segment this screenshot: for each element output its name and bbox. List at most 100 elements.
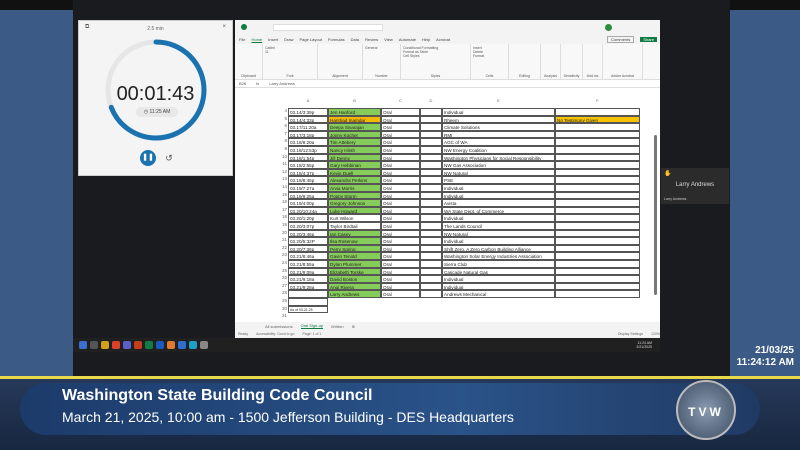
cell-organization[interactable]: AGC of WA xyxy=(442,138,555,146)
cell-notes[interactable] xyxy=(555,130,640,139)
row-number[interactable]: 16 xyxy=(277,199,287,204)
cell-notes[interactable] xyxy=(555,153,640,162)
cell-type[interactable]: Oral xyxy=(381,267,420,276)
spreadsheet-grid[interactable]: A B C D E F 4 03.14/3:39p Jen Hanford Oral Individ… xyxy=(235,96,653,322)
cell-timestamp[interactable]: 03.21/9:18a xyxy=(288,275,328,283)
cell-timestamp[interactable]: 03.18/2:55p xyxy=(288,161,328,169)
cell-name[interactable]: Gavin Tenold xyxy=(328,252,381,260)
cell-timestamp[interactable]: 03.21/9:28a xyxy=(288,282,328,291)
cell-empty[interactable] xyxy=(420,222,442,230)
row-number[interactable]: 4 xyxy=(277,108,287,113)
cell-timestamp[interactable] xyxy=(288,298,328,306)
add-sheet-button[interactable]: ⊕ xyxy=(352,324,355,329)
cell-type[interactable]: Oral xyxy=(381,237,420,245)
status-item[interactable]: Display Settings xyxy=(618,332,643,336)
share-button[interactable]: Share xyxy=(640,36,657,42)
cell-empty[interactable] xyxy=(420,108,442,116)
cell-notes[interactable] xyxy=(555,229,640,238)
reset-button[interactable]: ↺ xyxy=(161,150,177,166)
comments-button[interactable]: Comments xyxy=(606,35,635,43)
cell-empty[interactable] xyxy=(420,267,442,276)
cell-organization[interactable]: Individual xyxy=(442,184,555,192)
cell-timestamp[interactable]: 03.17/3:18p xyxy=(288,130,328,139)
font-size-select[interactable]: 11 xyxy=(265,50,315,54)
cell-type[interactable]: Oral xyxy=(381,184,420,192)
cell-timestamp[interactable]: 03.18/8:20a xyxy=(288,138,328,146)
cell-type[interactable]: Oral xyxy=(381,199,420,207)
tab-file[interactable]: File xyxy=(239,37,245,42)
column-header[interactable]: A xyxy=(288,98,328,104)
row-number[interactable]: 28 xyxy=(277,290,287,295)
cell-timestamp[interactable]: 03.18/1:54p xyxy=(288,153,328,162)
search-box[interactable] xyxy=(273,23,383,31)
row-number[interactable]: 9 xyxy=(277,146,287,151)
cell-timestamp[interactable]: 03.20/3:46p xyxy=(288,229,328,238)
column-header[interactable]: B xyxy=(328,98,381,104)
cell-type[interactable]: Oral xyxy=(381,275,420,283)
cell-notes[interactable] xyxy=(555,138,640,146)
cell-timestamp[interactable]: 03.14/3:39p xyxy=(288,108,328,116)
cell-empty[interactable] xyxy=(420,138,442,146)
cell-timestamp[interactable]: 03.21/8:55a xyxy=(288,260,328,268)
cell-name[interactable]: Gary Hebbinan xyxy=(328,161,381,169)
cell-type[interactable]: Oral xyxy=(381,214,420,222)
cell-empty[interactable] xyxy=(420,115,442,124)
cell-name[interactable]: Taylor Birdtail xyxy=(328,222,381,230)
cell-organization[interactable]: Washington Physicians for Social Respons… xyxy=(442,153,555,162)
cell-empty[interactable] xyxy=(420,130,442,139)
powerpoint-icon[interactable] xyxy=(134,341,142,349)
cell-name[interactable]: Gregory Johnson xyxy=(328,199,381,207)
pause-button[interactable]: ❚❚ xyxy=(140,150,156,166)
row-number[interactable]: 31 xyxy=(277,313,287,318)
cell-type[interactable]: Oral xyxy=(381,115,420,124)
cell-notes[interactable] xyxy=(555,108,640,116)
cell-empty[interactable] xyxy=(420,229,442,238)
sheet-tab[interactable]: All submissions xyxy=(265,324,293,329)
row-number[interactable]: 24 xyxy=(277,260,287,265)
cell-organization[interactable]: Avista xyxy=(442,199,555,207)
row-number[interactable]: 20 xyxy=(277,230,287,235)
cell-notes[interactable] xyxy=(555,161,640,169)
tab-page-layout[interactable]: Page Layout xyxy=(299,37,321,42)
row-number[interactable]: 18 xyxy=(277,214,287,219)
cells-button[interactable]: Format xyxy=(473,54,506,58)
cell-empty[interactable] xyxy=(420,237,442,245)
cell-notes[interactable] xyxy=(555,146,640,154)
cell-type[interactable]: Oral xyxy=(381,191,420,200)
cell-timestamp[interactable]: As of 03.21.25 xyxy=(288,305,328,314)
row-number[interactable]: 12 xyxy=(277,169,287,174)
cell-organization[interactable]: Individual xyxy=(442,237,555,245)
row-number[interactable]: 27 xyxy=(277,283,287,288)
start-icon[interactable] xyxy=(79,341,87,349)
cell-timestamp[interactable]: 03.18/12:53p xyxy=(288,146,328,154)
cell-name[interactable]: Dylan Plummer xyxy=(328,260,381,268)
tab-home[interactable]: Home xyxy=(251,37,262,42)
cell-empty[interactable] xyxy=(420,244,442,253)
cell-type[interactable]: Oral xyxy=(381,123,420,131)
cell-notes[interactable] xyxy=(555,260,640,268)
cell-notes[interactable] xyxy=(555,222,640,230)
tab-draw[interactable]: Draw xyxy=(284,37,293,42)
style-button[interactable]: Cell Styles xyxy=(403,54,468,58)
cell-name[interactable]: Harshad Inamdar xyxy=(328,115,381,124)
tab-acrobat[interactable]: Acrobat xyxy=(436,37,450,42)
row-number[interactable]: 8 xyxy=(277,138,287,143)
row-number[interactable]: 5 xyxy=(277,116,287,121)
chrome-icon[interactable] xyxy=(112,341,120,349)
row-number[interactable]: 19 xyxy=(277,222,287,227)
cell-empty[interactable] xyxy=(420,282,442,291)
cell-timestamp[interactable]: 03.20/1:20p xyxy=(288,214,328,222)
cell-empty[interactable] xyxy=(420,191,442,200)
cell-type[interactable]: Oral xyxy=(381,108,420,116)
tab-help[interactable]: Help xyxy=(422,37,430,42)
cell-name[interactable]: Arvia Morris xyxy=(328,184,381,192)
cell-name[interactable]: Angi Rivera xyxy=(328,282,381,291)
cell-name[interactable]: Jonny Kocher xyxy=(328,130,381,139)
cell-name[interactable]: Elizabeth Torske xyxy=(328,267,381,276)
cell-empty[interactable] xyxy=(420,146,442,154)
cell-organization[interactable]: Shift Zero, A Zero Carbon Building Allia… xyxy=(442,244,555,253)
cell-organization[interactable]: Individual xyxy=(442,191,555,200)
cell-empty[interactable] xyxy=(420,252,442,260)
cell-name[interactable]: Ian Casey xyxy=(328,229,381,238)
search-icon[interactable] xyxy=(90,341,98,349)
